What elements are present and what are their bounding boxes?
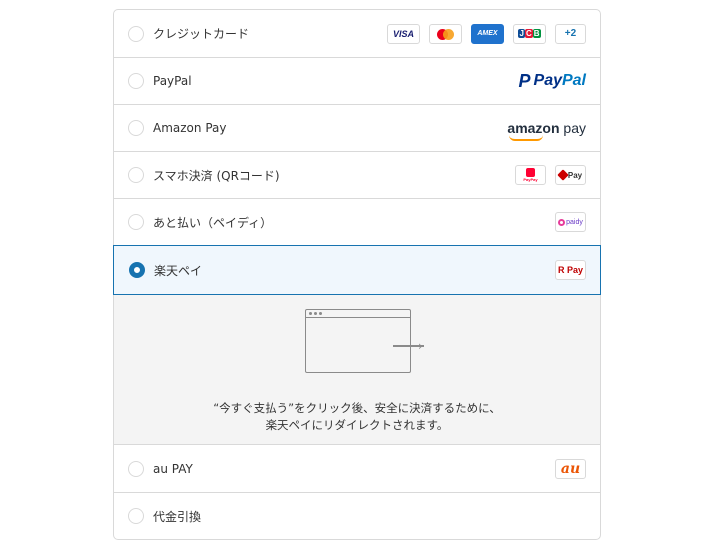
payment-method-list: クレジットカード VISA AMEX JCB +2 PayPal P PayPal… (113, 9, 601, 540)
mastercard-icon (429, 23, 462, 44)
radio-rakuten-pay[interactable] (129, 262, 145, 278)
payment-option-rakuten-pay[interactable]: 楽天ペイ R Pay (113, 245, 601, 295)
payment-label-qr-code: スマホ決済 (QRコード) (153, 168, 280, 183)
payment-label-cash-on-delivery: 代金引換 (153, 509, 202, 524)
visa-icon: VISA (387, 23, 420, 44)
paypal-logo-icon: P PayPal (518, 70, 587, 91)
radio-credit-card[interactable] (128, 25, 144, 42)
jcb-icon: JCB (513, 23, 546, 44)
d-pay-icon: Pay (555, 165, 586, 185)
rakuten-pay-icon: R Pay (555, 260, 586, 280)
card-brand-icons: VISA AMEX JCB +2 (387, 10, 586, 57)
payment-label-paidy: あと払い（ペイディ） (153, 215, 273, 230)
payment-option-paypal[interactable]: PayPal P PayPal (114, 57, 600, 104)
paypay-icon: PayPay (515, 165, 546, 185)
payment-option-au-pay[interactable]: au PAY au (114, 444, 600, 492)
arrow-head-icon: › (418, 339, 423, 353)
radio-cash-on-delivery[interactable] (128, 508, 144, 524)
radio-qr-code[interactable] (128, 167, 144, 183)
payment-option-paidy[interactable]: あと払い（ペイディ） paidy (114, 198, 600, 245)
radio-amazon-pay[interactable] (128, 120, 144, 136)
payment-option-qr-code[interactable]: スマホ決済 (QRコード) PayPay Pay (114, 151, 600, 198)
au-pay-icon: au (555, 458, 586, 479)
redirect-notice-text: “今すぐ支払う”をクリック後、安全に決済するために、 楽天ペイにリダイレクトされ… (213, 401, 501, 432)
payment-option-credit-card[interactable]: クレジットカード VISA AMEX JCB +2 (114, 10, 600, 57)
more-cards-badge: +2 (555, 23, 586, 44)
redirect-notice-panel: › “今すぐ支払う”をクリック後、安全に決済するために、 楽天ペイにリダイレクト… (114, 295, 600, 444)
radio-paidy[interactable] (128, 214, 144, 230)
payment-label-au-pay: au PAY (153, 461, 193, 476)
radio-au-pay[interactable] (128, 460, 144, 477)
payment-label-amazon-pay: Amazon Pay (153, 121, 227, 135)
browser-window-icon (305, 309, 411, 373)
radio-paypal[interactable] (128, 73, 144, 89)
amazon-pay-logo-icon: amazon pay (507, 120, 586, 141)
paidy-icon: paidy (555, 212, 586, 232)
amex-icon: AMEX (471, 23, 504, 44)
payment-label-credit-card: クレジットカード (153, 27, 250, 41)
payment-label-paypal: PayPal (153, 74, 192, 88)
payment-label-rakuten-pay: 楽天ペイ (154, 263, 203, 278)
payment-option-amazon-pay[interactable]: Amazon Pay amazon pay (114, 104, 600, 151)
payment-option-cash-on-delivery[interactable]: 代金引換 (114, 492, 600, 539)
